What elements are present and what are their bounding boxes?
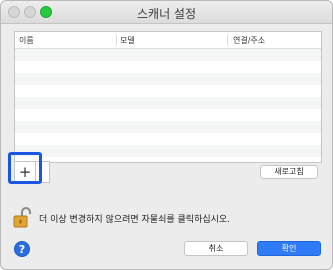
table-header: 이름 모델 연결/주소 — [15, 32, 321, 49]
column-divider — [227, 34, 228, 46]
table-row — [15, 121, 321, 133]
scanner-list-table[interactable]: 이름 모델 연결/주소 — [14, 31, 322, 163]
add-button-highlight — [8, 152, 42, 184]
table-row — [15, 145, 321, 157]
table-row — [15, 61, 321, 73]
table-row — [15, 97, 321, 109]
table-row — [15, 109, 321, 121]
cancel-button[interactable]: 취소 — [184, 241, 248, 256]
table-row — [15, 73, 321, 85]
column-header-connection[interactable]: 연결/주소 — [233, 35, 265, 46]
ok-button[interactable]: 확인 — [257, 241, 321, 256]
table-row — [15, 133, 321, 145]
lock-message: 더 이상 변경하지 않으려면 자물쇠를 클릭하십시오. — [39, 215, 231, 225]
column-header-name[interactable]: 이름 — [19, 35, 34, 46]
column-divider — [116, 34, 117, 46]
column-header-model[interactable]: 모델 — [120, 35, 135, 46]
title-bar: 스캐너 설정 — [1, 1, 332, 24]
table-row — [15, 49, 321, 61]
scanner-settings-window: 스캐너 설정 이름 모델 연결/주소 + 새로고침 더 이상 변경하지 않으려면… — [0, 0, 333, 270]
refresh-button[interactable]: 새로고침 — [260, 165, 318, 179]
help-button[interactable]: ? — [14, 241, 30, 257]
table-row — [15, 85, 321, 97]
table-rows — [15, 49, 321, 162]
table-row — [15, 157, 321, 162]
window-title: 스캐너 설정 — [136, 7, 196, 21]
unlocked-padlock-icon[interactable] — [13, 206, 31, 228]
